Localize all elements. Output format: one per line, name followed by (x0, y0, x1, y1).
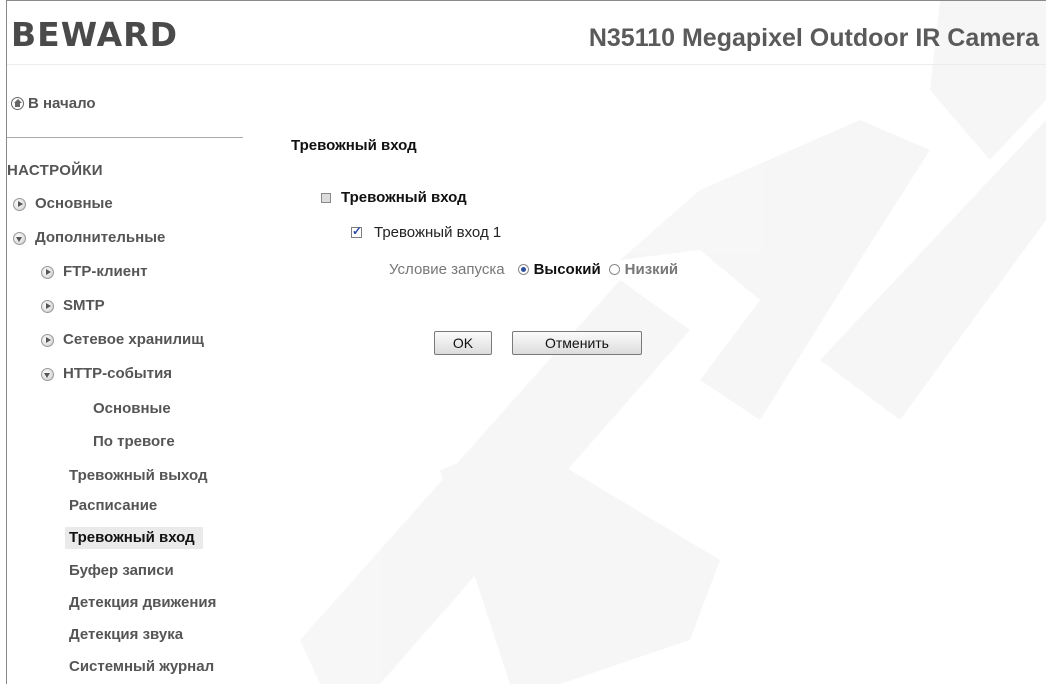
sidebar-item-schedule[interactable]: Расписание (69, 495, 157, 517)
header: BEWARD N35110 Megapixel Outdoor IR Camer… (7, 1, 1046, 65)
sidebar-item-sound-detection[interactable]: Детекция звука (69, 624, 183, 646)
sidebar-item-label: Буфер записи (69, 562, 174, 579)
sidebar-item-system-log[interactable]: Системный журнал (69, 656, 214, 678)
sidebar-item-record-buffer[interactable]: Буфер записи (69, 560, 174, 582)
radio-high[interactable] (517, 264, 529, 275)
sidebar-item-alarm-input[interactable]: Тревожный вход (65, 527, 203, 549)
sidebar-nav: В начало НАСТРОЙКИ Основные Дополнительн… (7, 65, 247, 684)
product-title: N35110 Megapixel Outdoor IR Camera (588, 24, 1039, 52)
main-content: Тревожный вход Тревожный вход Тревожный … (247, 65, 1046, 684)
sidebar-divider (7, 137, 243, 138)
collapse-arrow-icon (13, 231, 26, 245)
page-title: Тревожный вход (291, 137, 417, 154)
collapse-arrow-icon (41, 367, 54, 381)
expand-arrow-icon (13, 197, 26, 211)
sidebar-item-advanced[interactable]: Дополнительные (13, 227, 165, 249)
home-icon (11, 97, 24, 110)
sidebar-item-label: HTTP-события (63, 365, 173, 382)
sidebar-item-label: Тревожный вход (69, 529, 195, 546)
home-link[interactable]: В начало (11, 95, 96, 112)
sidebar-item-label: Тревожный выход (69, 467, 208, 484)
sidebar-item-smtp[interactable]: SMTP (41, 295, 105, 317)
alarm-input-1-row: Тревожный вход 1 (351, 224, 501, 241)
cancel-button[interactable]: Отменить (512, 331, 642, 355)
radio-high-label[interactable]: Высокий (534, 261, 601, 278)
camera-web-interface: BEWARD N35110 Megapixel Outdoor IR Camer… (6, 0, 1046, 684)
settings-section-title: НАСТРОЙКИ (7, 162, 103, 179)
trigger-condition-row: Условие запуска Высокий Низкий (389, 261, 678, 278)
expand-arrow-icon (41, 333, 54, 347)
sidebar-item-http-basic[interactable]: Основные (93, 398, 171, 420)
sidebar-item-alarm-output[interactable]: Тревожный выход (69, 465, 207, 487)
sidebar-item-label: SMTP (63, 297, 105, 314)
alarm-input-1-checkbox[interactable] (351, 224, 362, 238)
radio-low-label[interactable]: Низкий (625, 261, 678, 278)
sidebar-item-label: Основные (93, 400, 171, 417)
sidebar-item-label: FTP-клиент (63, 263, 148, 280)
radio-low[interactable] (608, 264, 620, 275)
sidebar-item-label: Дополнительные (35, 229, 166, 246)
sidebar-item-label: Основные (35, 195, 113, 212)
sidebar-item-label: Детекция звука (69, 626, 184, 643)
brand-logo[interactable]: BEWARD (11, 15, 178, 54)
sidebar-item-ftp-client[interactable]: FTP-клиент (41, 261, 148, 283)
sidebar-item-label: Детекция движения (69, 594, 217, 611)
sidebar-item-label: Системный журнал (69, 658, 215, 675)
sidebar-item-label: Сетевое хранилищ (63, 331, 204, 348)
ok-button[interactable]: OK (434, 331, 492, 355)
collapse-square-icon[interactable] (321, 192, 331, 203)
alarm-input-1-label: Тревожный вход 1 (374, 224, 502, 241)
sidebar-item-motion-detection[interactable]: Детекция движения (69, 592, 216, 614)
sidebar-item-basic[interactable]: Основные (13, 193, 113, 215)
group-title: Тревожный вход (341, 189, 467, 206)
trigger-condition-label: Условие запуска (389, 261, 505, 278)
sidebar-item-http-events[interactable]: HTTP-события (41, 363, 172, 385)
sidebar-item-label: Расписание (69, 497, 158, 514)
alarm-input-group-header[interactable]: Тревожный вход (321, 189, 467, 206)
sidebar-item-network-storage[interactable]: Сетевое хранилищ (41, 329, 204, 351)
expand-arrow-icon (41, 299, 54, 313)
expand-arrow-icon (41, 265, 54, 279)
home-label: В начало (28, 95, 96, 112)
sidebar-item-http-on-alarm[interactable]: По тревоге (93, 431, 175, 453)
sidebar-item-label: По тревоге (93, 433, 175, 450)
